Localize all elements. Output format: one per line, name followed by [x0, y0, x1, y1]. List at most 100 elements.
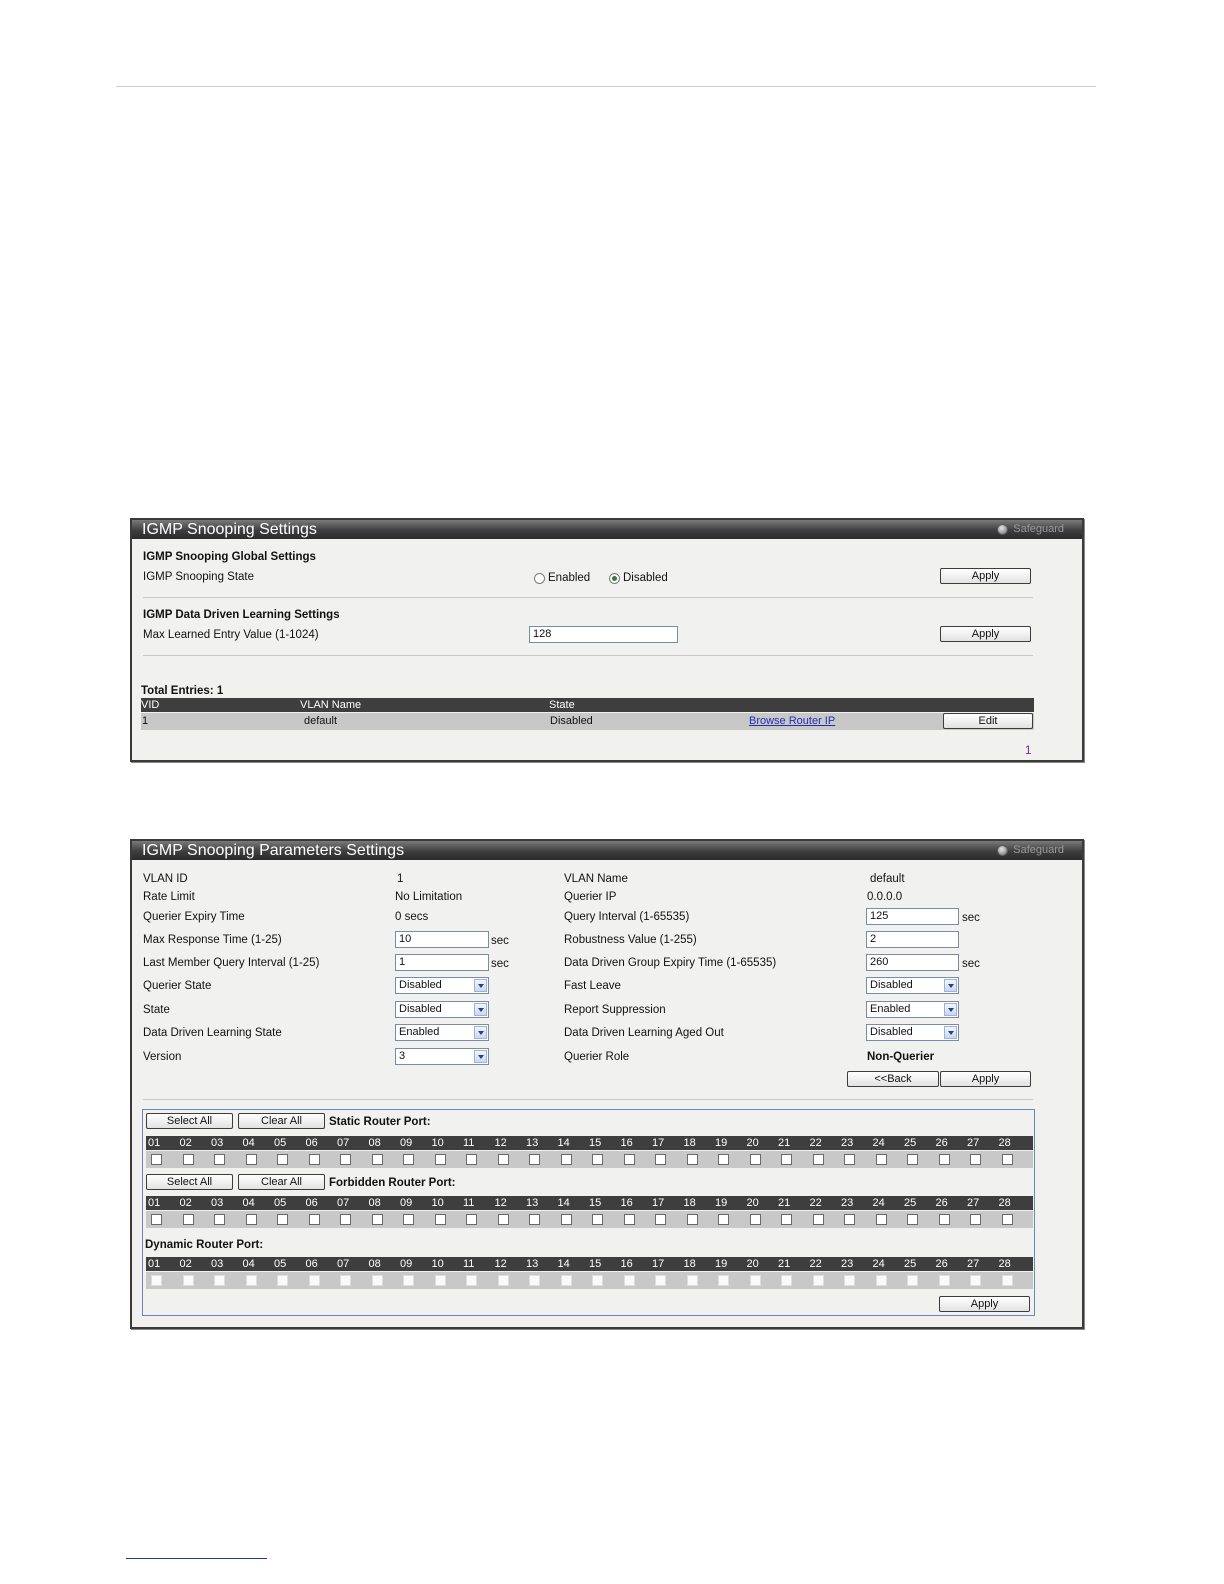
safeguard-indicator: Safeguard — [997, 844, 1064, 857]
static-port-checkbox[interactable] — [497, 1154, 509, 1165]
static-port-checkbox[interactable] — [403, 1154, 414, 1165]
vlan-name-value: default — [870, 873, 905, 885]
forbidden-port-checkbox[interactable] — [1001, 1214, 1013, 1225]
version-select[interactable]: 3 — [395, 1048, 489, 1065]
forbidden-port-checkbox[interactable] — [781, 1214, 792, 1225]
static-port-checkbox[interactable] — [214, 1154, 225, 1165]
apply-button[interactable]: Apply — [940, 1071, 1031, 1087]
forbidden-port-checkbox[interactable] — [214, 1214, 225, 1225]
forbidden-port-checkbox[interactable] — [466, 1214, 477, 1225]
static-port-checkbox[interactable] — [434, 1154, 446, 1165]
static-port-checkbox[interactable] — [529, 1154, 540, 1165]
chevron-down-icon[interactable] — [474, 1003, 487, 1016]
static-port-checkbox[interactable] — [371, 1154, 383, 1165]
max-response-input[interactable]: 10 — [395, 931, 489, 948]
forbidden-port-checkbox[interactable] — [340, 1214, 351, 1225]
static-port-checkbox[interactable] — [560, 1154, 572, 1165]
robustness-input[interactable]: 2 — [866, 931, 959, 948]
max-entry-input[interactable]: 128 — [529, 626, 678, 643]
static-port-checkbox[interactable] — [875, 1154, 887, 1165]
querier-role-label: Querier Role — [564, 1051, 630, 1063]
dynamic-port-number: 05 — [274, 1258, 287, 1270]
static-clear-all-button[interactable]: Clear All — [238, 1113, 325, 1129]
forbidden-port-checkbox[interactable] — [938, 1214, 950, 1225]
forbidden-port-checkbox[interactable] — [749, 1214, 761, 1225]
forbidden-port-checkbox[interactable] — [812, 1214, 824, 1225]
static-port-checkbox[interactable] — [718, 1154, 729, 1165]
static-port-checkbox[interactable] — [749, 1154, 761, 1165]
forbidden-port-checkbox[interactable] — [875, 1214, 887, 1225]
forbidden-port-checkbox[interactable] — [182, 1214, 194, 1225]
static-port-checkbox[interactable] — [623, 1154, 635, 1165]
forbidden-port-checkbox[interactable] — [403, 1214, 414, 1225]
forbidden-port-number: 15 — [589, 1197, 602, 1209]
report-suppression-select[interactable]: Enabled — [866, 1001, 959, 1018]
forbidden-port-checkbox[interactable] — [371, 1214, 383, 1225]
forbidden-port-checkbox[interactable] — [560, 1214, 572, 1225]
ddl-state-select[interactable]: Enabled — [395, 1024, 489, 1041]
apply-global-button[interactable]: Apply — [940, 568, 1031, 584]
static-port-checkbox[interactable] — [277, 1154, 288, 1165]
back-button[interactable]: <<Back — [847, 1071, 939, 1087]
forbidden-port-checkbox[interactable] — [529, 1214, 540, 1225]
static-port-checkbox[interactable] — [340, 1154, 351, 1165]
forbidden-port-checkbox[interactable] — [497, 1214, 509, 1225]
forbidden-port-checkbox[interactable] — [308, 1214, 320, 1225]
forbidden-port-checkbox[interactable] — [718, 1214, 729, 1225]
static-port-checkbox[interactable] — [466, 1154, 477, 1165]
dd-group-expiry-input[interactable]: 260 — [866, 954, 959, 971]
last-member-input[interactable]: 1 — [395, 954, 489, 971]
apply-ddl-button[interactable]: Apply — [940, 626, 1031, 642]
forbidden-port-checkbox[interactable] — [844, 1214, 855, 1225]
col-state: State — [549, 699, 575, 711]
footer-link-underline — [126, 1558, 267, 1559]
forbidden-port-checkbox[interactable] — [623, 1214, 635, 1225]
static-port-checkbox[interactable] — [151, 1154, 162, 1165]
forbidden-port-checkbox[interactable] — [245, 1214, 257, 1225]
static-port-checkbox[interactable] — [308, 1154, 320, 1165]
static-port-checkbox[interactable] — [844, 1154, 855, 1165]
forbidden-port-checkbox[interactable] — [907, 1214, 918, 1225]
static-port-checkbox[interactable] — [781, 1154, 792, 1165]
chevron-down-icon[interactable] — [474, 1050, 487, 1063]
static-port-checkbox[interactable] — [686, 1154, 698, 1165]
static-port-checkbox[interactable] — [907, 1154, 918, 1165]
static-port-checkbox[interactable] — [812, 1154, 824, 1165]
forbidden-clear-all-button[interactable]: Clear All — [238, 1174, 325, 1190]
apply-ports-button[interactable]: Apply — [939, 1296, 1030, 1312]
radio-disabled[interactable] — [609, 573, 620, 584]
static-port-checkbox[interactable] — [970, 1154, 981, 1165]
forbidden-port-checkbox[interactable] — [434, 1214, 446, 1225]
ddl-aged-out-select[interactable]: Disabled — [866, 1024, 959, 1041]
static-port-checkbox[interactable] — [245, 1154, 257, 1165]
fast-leave-select[interactable]: Disabled — [866, 977, 959, 994]
static-port-checkbox[interactable] — [592, 1154, 603, 1165]
forbidden-port-checkbox[interactable] — [592, 1214, 603, 1225]
edit-button[interactable]: Edit — [943, 713, 1033, 729]
forbidden-port-checkbox[interactable] — [655, 1214, 666, 1225]
chevron-down-icon[interactable] — [474, 979, 487, 992]
static-select-all-button[interactable]: Select All — [146, 1113, 233, 1129]
chevron-down-icon[interactable] — [944, 1026, 957, 1039]
col-vlan-name: VLAN Name — [300, 699, 362, 711]
static-port-checkbox[interactable] — [182, 1154, 194, 1165]
forbidden-port-checkbox[interactable] — [277, 1214, 288, 1225]
state-select[interactable]: Disabled — [395, 1001, 489, 1018]
forbidden-select-all-button[interactable]: Select All — [146, 1174, 233, 1190]
forbidden-port-checkbox[interactable] — [686, 1214, 698, 1225]
radio-enabled[interactable] — [534, 573, 545, 584]
chevron-down-icon[interactable] — [474, 1026, 487, 1039]
browse-router-ip-link[interactable]: Browse Router IP — [749, 713, 835, 730]
static-port-checkbox[interactable] — [938, 1154, 950, 1165]
chevron-down-icon[interactable] — [944, 979, 957, 992]
static-port-checkbox[interactable] — [655, 1154, 666, 1165]
query-interval-input[interactable]: 125 — [866, 908, 959, 925]
query-interval-label: Query Interval (1-65535) — [564, 911, 690, 923]
forbidden-port-checkbox[interactable] — [151, 1214, 162, 1225]
querier-state-select[interactable]: Disabled — [395, 977, 489, 994]
static-port-checkbox[interactable] — [1001, 1154, 1013, 1165]
dynamic-port-checkbox — [938, 1275, 950, 1286]
chevron-down-icon[interactable] — [944, 1003, 957, 1016]
page-number[interactable]: 1 — [1025, 745, 1031, 757]
forbidden-port-checkbox[interactable] — [970, 1214, 981, 1225]
